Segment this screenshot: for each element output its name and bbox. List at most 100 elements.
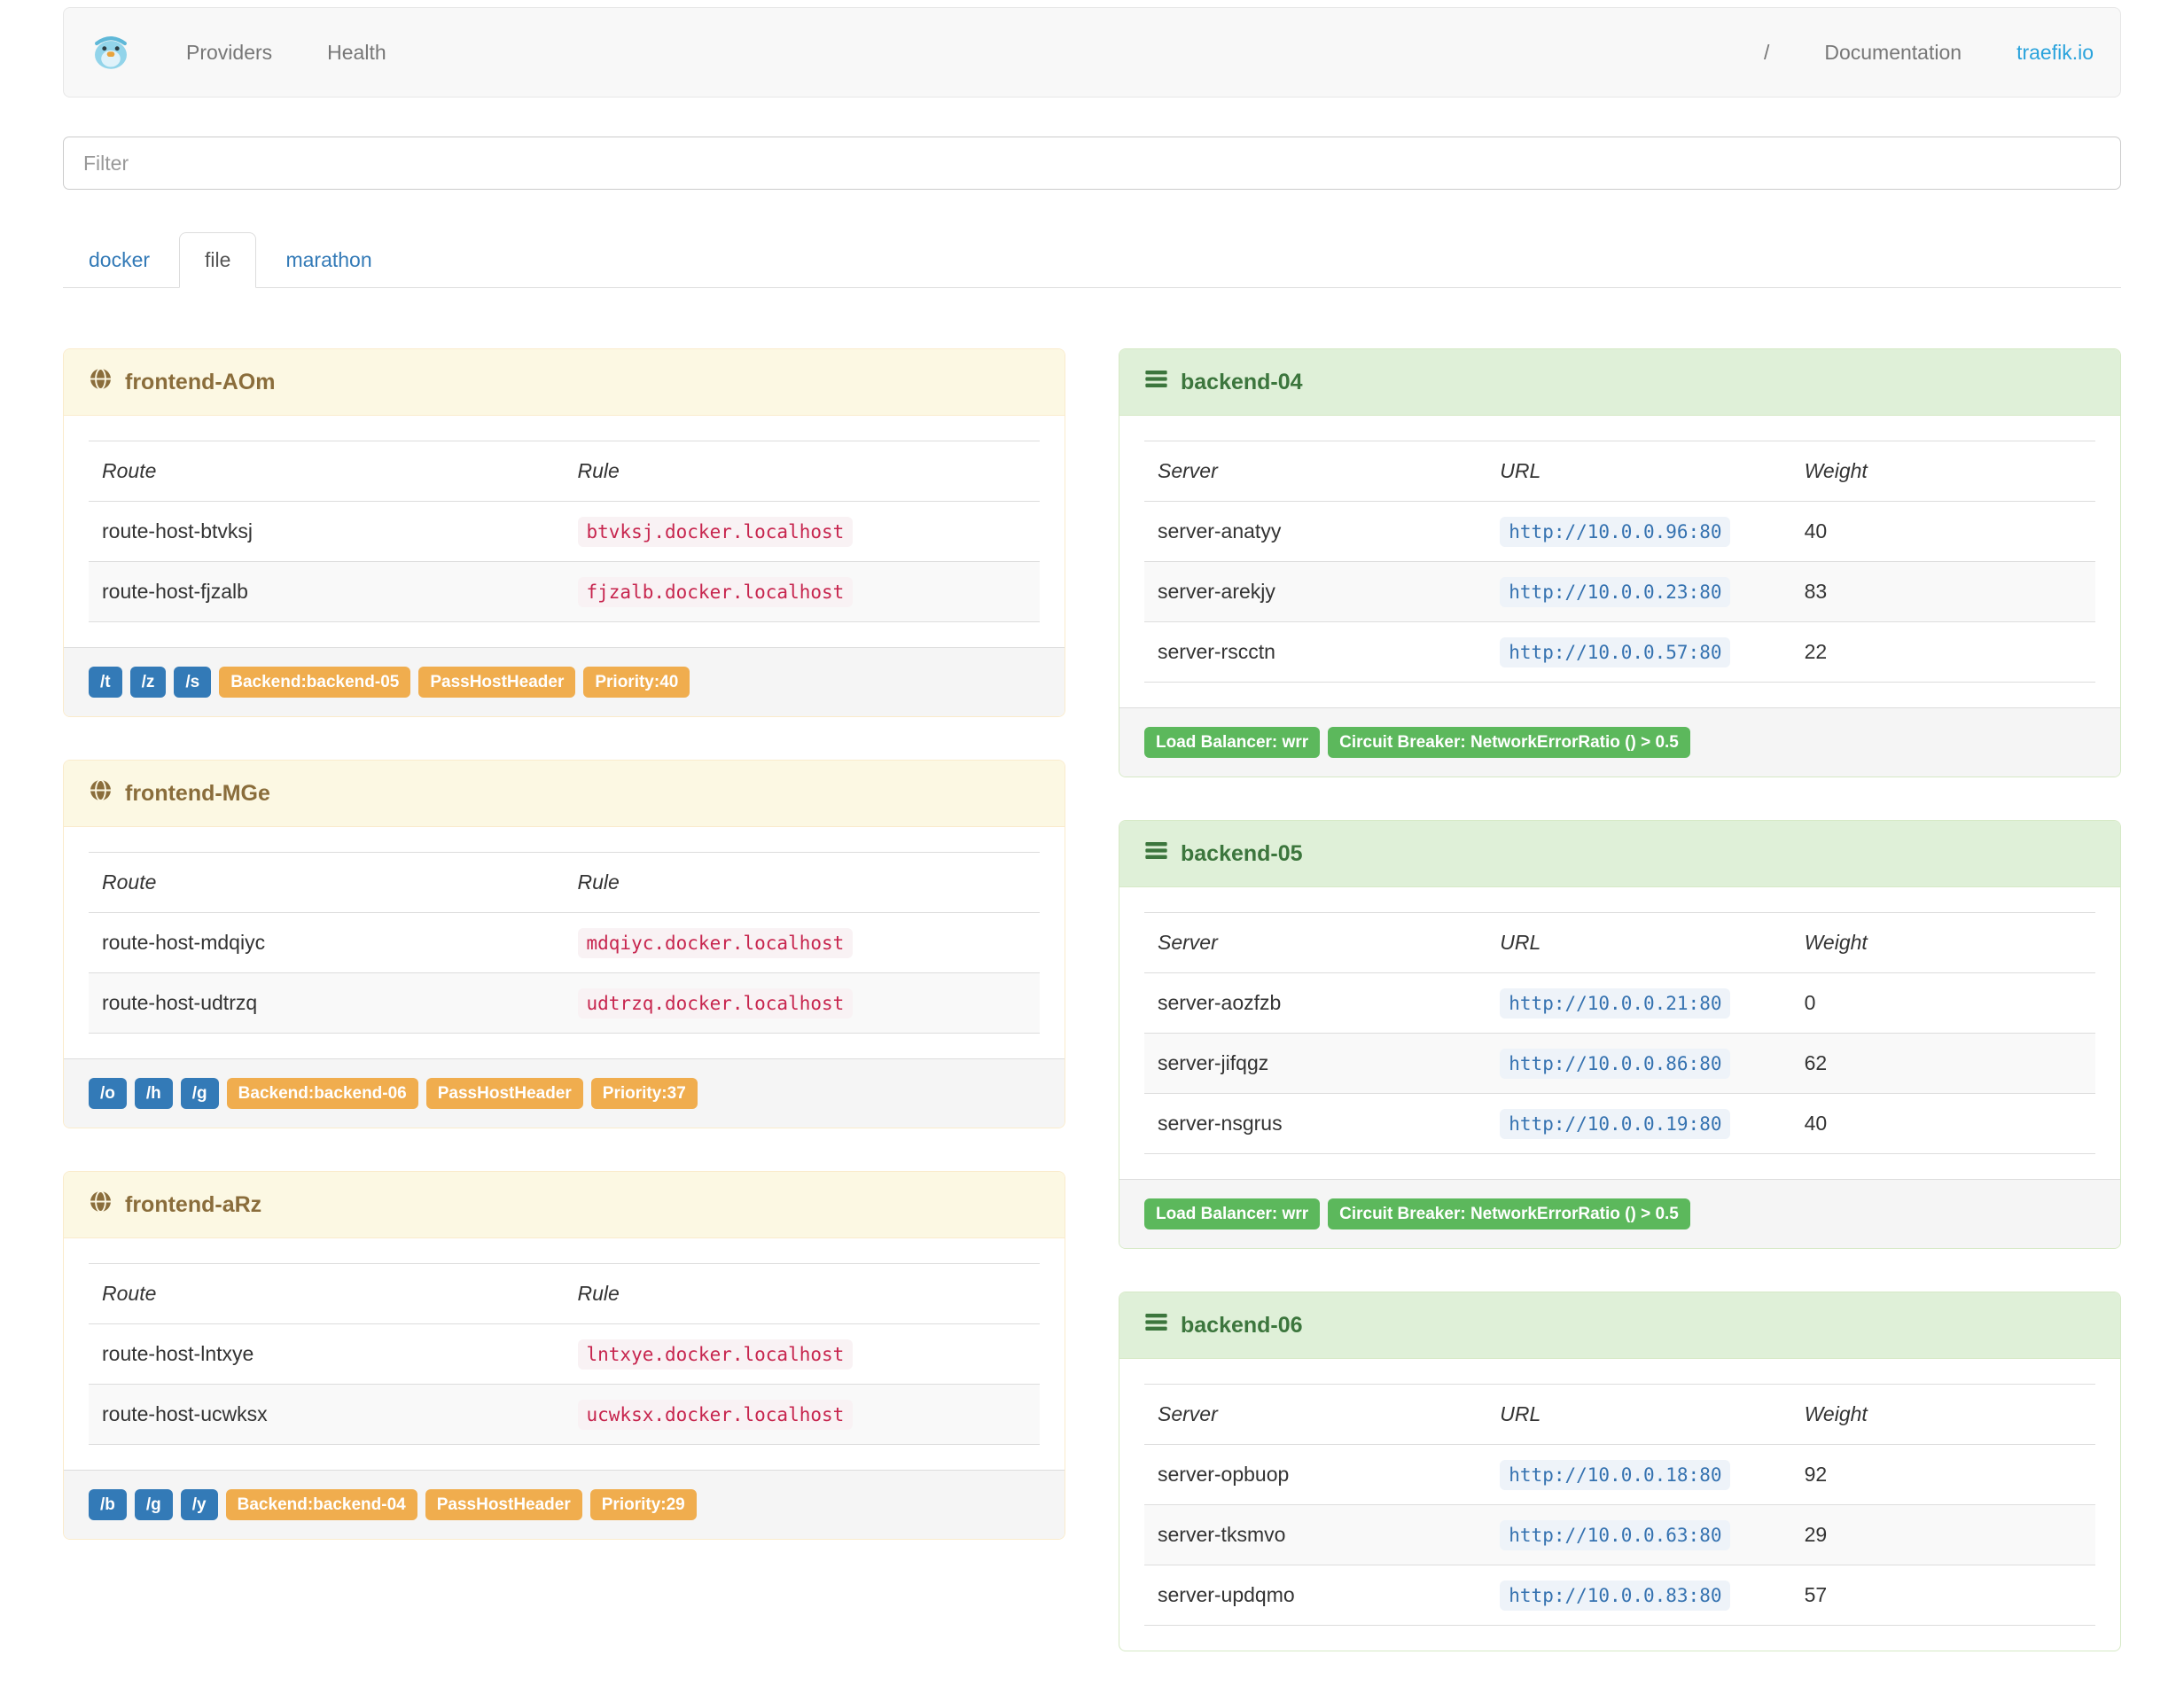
filter-input[interactable] <box>63 137 2121 190</box>
url-code: http://10.0.0.23:80 <box>1500 577 1731 607</box>
backend-panel-body: Server URL Weight server-anatyy http://1… <box>1119 416 2120 707</box>
frontend-panel-body: Route Rule route-host-lntxye lntxye.dock… <box>64 1238 1065 1470</box>
column-header-weight: Weight <box>1790 1384 2095 1445</box>
globe-icon <box>89 1190 113 1220</box>
traefik-logo-icon[interactable] <box>90 32 131 73</box>
servers-table: Server URL Weight server-opbuop http://1… <box>1144 1384 2095 1626</box>
backend-panel-body: Server URL Weight server-aozfzb http://1… <box>1119 887 2120 1179</box>
path-badge: /h <box>134 1078 173 1109</box>
backends-column: backend-04 Server URL Weight server-anat… <box>1119 348 2121 1686</box>
provider-tabs: docker file marathon <box>63 232 2121 288</box>
route-row: route-host-udtrzq udtrzq.docker.localhos… <box>89 972 1040 1034</box>
servers-table-header-row: Server URL Weight <box>1144 1384 2095 1445</box>
backend-title: backend-06 <box>1181 1312 1303 1338</box>
circuit-breaker-badge: Circuit Breaker: NetworkErrorRatio () > … <box>1328 727 1690 758</box>
path-badge: /t <box>89 667 122 698</box>
rule-code: udtrzq.docker.localhost <box>577 988 854 1019</box>
server-weight-cell: 40 <box>1790 1093 2095 1154</box>
server-name-cell: server-rscctn <box>1144 621 1487 683</box>
server-url-cell: http://10.0.0.63:80 <box>1486 1504 1791 1565</box>
server-url-cell: http://10.0.0.21:80 <box>1486 973 1790 1034</box>
server-bars-icon <box>1144 839 1168 869</box>
server-name-cell: server-anatyy <box>1158 519 1282 542</box>
servers-table: Server URL Weight server-aozfzb http://1… <box>1144 912 2095 1154</box>
server-row: server-jifqgz http://10.0.0.86:80 62 <box>1144 1033 2095 1094</box>
column-header-rule: Rule <box>564 852 1040 913</box>
path-badge: /g <box>180 1078 219 1109</box>
rule-cell: mdqiyc.docker.localhost <box>565 913 1041 973</box>
route-name-cell: route-host-udtrzq <box>89 972 565 1034</box>
column-header-weight: Weight <box>1790 441 2095 502</box>
frontends-column: frontend-AOm Route Rule route-host-btvks… <box>63 348 1065 1582</box>
routes-table: Route Rule route-host-lntxye lntxye.dock… <box>89 1263 1040 1445</box>
nav-traefik-site-link[interactable]: traefik.io <box>2016 41 2094 65</box>
server-url-cell: http://10.0.0.86:80 <box>1486 1033 1791 1094</box>
column-header-server: Server <box>1144 912 1487 973</box>
routes-table: Route Rule route-host-btvksj btvksj.dock… <box>89 441 1040 622</box>
server-url-cell: http://10.0.0.23:80 <box>1486 561 1791 622</box>
server-weight-cell: 0 <box>1804 991 1816 1014</box>
url-code: http://10.0.0.57:80 <box>1500 637 1731 667</box>
server-weight-cell: 40 <box>1804 519 1828 542</box>
tab-file[interactable]: file <box>179 232 257 288</box>
server-row: server-opbuop http://10.0.0.18:80 92 <box>1144 1445 2095 1505</box>
server-row: server-nsgrus http://10.0.0.19:80 40 <box>1144 1093 2095 1154</box>
content: frontend-AOm Route Rule route-host-btvks… <box>63 348 2121 1686</box>
priority-badge: Priority:29 <box>589 1489 697 1520</box>
globe-icon <box>89 367 113 397</box>
backend-panel-header: backend-05 <box>1119 821 2120 887</box>
column-header-route: Route <box>89 852 565 913</box>
backend-panel-header: backend-04 <box>1119 349 2120 416</box>
route-name-cell: route-host-lntxye <box>102 1342 254 1365</box>
path-badge: /o <box>89 1078 127 1109</box>
load-balancer-badge: Load Balancer: wrr <box>1144 1198 1321 1229</box>
frontend-panel-body: Route Rule route-host-mdqiyc mdqiyc.dock… <box>64 827 1065 1058</box>
tab-docker[interactable]: docker <box>63 232 176 288</box>
load-balancer-badge: Load Balancer: wrr <box>1144 727 1321 758</box>
frontend-panel-header: frontend-AOm <box>64 349 1065 416</box>
column-header-url: URL <box>1486 1384 1791 1445</box>
frontend-panel: frontend-aRz Route Rule route-host-lntxy… <box>63 1171 1065 1540</box>
server-name-cell: server-aozfzb <box>1158 991 1282 1014</box>
frontend-panel-body: Route Rule route-host-btvksj btvksj.dock… <box>64 416 1065 647</box>
circuit-breaker-badge: Circuit Breaker: NetworkErrorRatio () > … <box>1328 1198 1690 1229</box>
servers-table: Server URL Weight server-anatyy http://1… <box>1144 441 2095 683</box>
path-badge: /g <box>134 1489 173 1520</box>
priority-badge: Priority:40 <box>583 667 690 698</box>
url-code: http://10.0.0.96:80 <box>1500 517 1731 547</box>
server-row: server-arekjy http://10.0.0.23:80 83 <box>1144 561 2095 622</box>
path-badge: /b <box>89 1489 127 1520</box>
servers-table-header-row: Server URL Weight <box>1144 441 2095 502</box>
server-bars-icon <box>1144 1310 1168 1340</box>
path-badge: /z <box>129 667 167 698</box>
server-name-cell: server-nsgrus <box>1144 1093 1487 1154</box>
nav-slash[interactable]: / <box>1764 41 1769 65</box>
backend-panel: backend-05 Server URL Weight server-aozf… <box>1119 820 2121 1249</box>
route-row: route-host-ucwksx ucwksx.docker.localhos… <box>89 1384 1040 1445</box>
server-weight-cell: 29 <box>1790 1504 2095 1565</box>
routes-table-header-row: Route Rule <box>89 852 1040 913</box>
tab-marathon[interactable]: marathon <box>260 232 397 288</box>
frontend-title: frontend-aRz <box>125 1191 262 1217</box>
page: Providers Health / Documentation traefik… <box>0 0 2184 1686</box>
backend-badge: Backend:backend-05 <box>219 667 411 698</box>
nav-providers[interactable]: Providers <box>186 41 272 65</box>
server-url-cell: http://10.0.0.57:80 <box>1486 621 1791 683</box>
column-header-rule: Rule <box>564 1263 1040 1324</box>
route-row: route-host-fjzalb fjzalb.docker.localhos… <box>89 561 1040 622</box>
server-name-cell: server-jifqgz <box>1144 1033 1487 1094</box>
rule-cell: ucwksx.docker.localhost <box>564 1384 1040 1445</box>
column-header-rule: Rule <box>564 441 1040 502</box>
route-row: route-host-mdqiyc mdqiyc.docker.localhos… <box>89 913 1040 973</box>
nav-documentation[interactable]: Documentation <box>1824 41 1962 65</box>
rule-code: lntxye.docker.localhost <box>577 1339 854 1370</box>
column-header-weight: Weight <box>1790 912 2095 973</box>
frontend-panel-footer: /b /g /y Backend:backend-04 PassHostHead… <box>64 1470 1065 1539</box>
rule-cell: udtrzq.docker.localhost <box>564 972 1040 1034</box>
passhostheader-badge: PassHostHeader <box>418 667 576 698</box>
nav-health[interactable]: Health <box>327 41 386 65</box>
backend-badge: Backend:backend-06 <box>226 1078 418 1109</box>
url-code: http://10.0.0.83:80 <box>1500 1581 1731 1611</box>
url-code: http://10.0.0.63:80 <box>1500 1520 1731 1550</box>
server-bars-icon <box>1144 367 1168 397</box>
